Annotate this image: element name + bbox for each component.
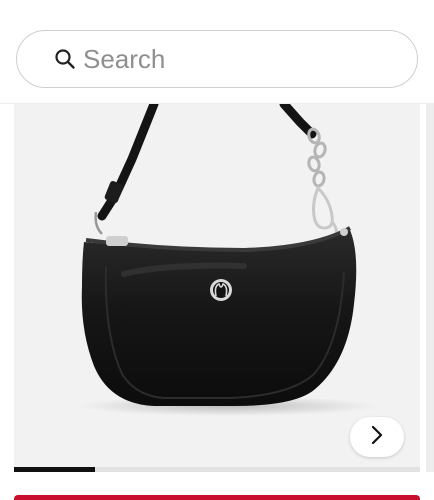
search-box[interactable] (16, 30, 418, 88)
product-image (78, 104, 378, 416)
product-page (0, 0, 434, 500)
next-slide-peek (426, 104, 434, 472)
lululemon-logo-icon (210, 279, 232, 301)
carousel-progress-fill (14, 467, 96, 472)
chevron-right-icon (370, 425, 384, 450)
carousel-progress-track (14, 467, 420, 472)
add-to-bag-button[interactable] (14, 495, 420, 500)
search-icon (53, 47, 77, 71)
search-header (0, 0, 434, 104)
next-image-button[interactable] (350, 417, 404, 457)
search-input[interactable] (83, 43, 383, 75)
product-image-carousel[interactable] (14, 104, 420, 472)
